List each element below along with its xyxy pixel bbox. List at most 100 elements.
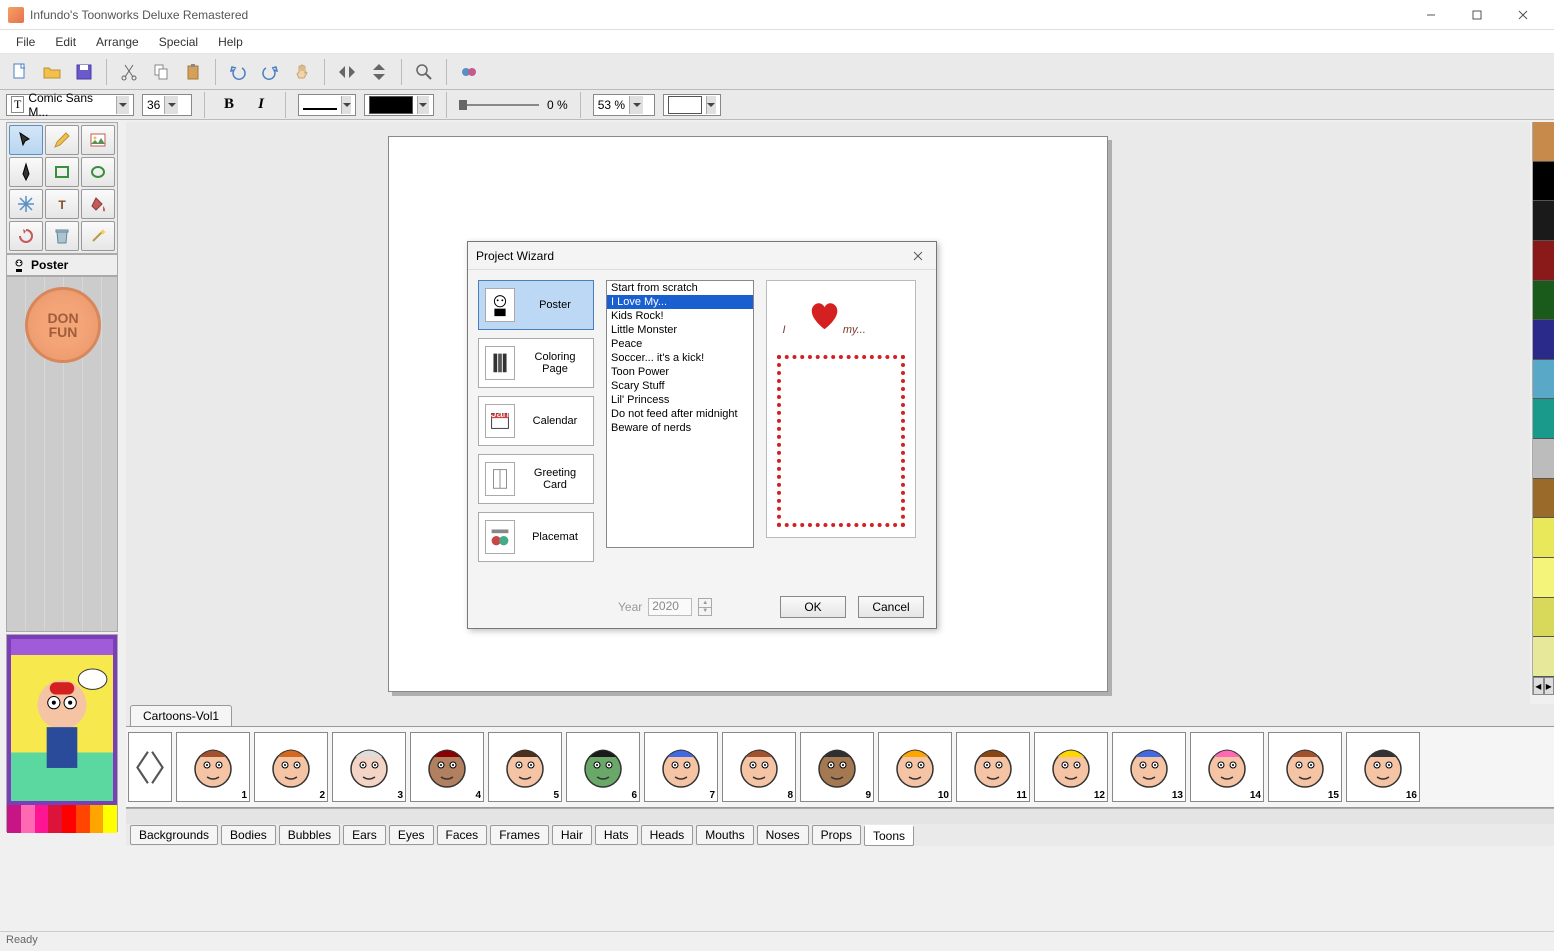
template-item[interactable]: Soccer... it's a kick! bbox=[607, 351, 753, 365]
color-swatch[interactable] bbox=[1533, 122, 1554, 162]
library-tab[interactable]: Cartoons-Vol1 bbox=[130, 705, 232, 726]
color-swatch[interactable] bbox=[1533, 201, 1554, 241]
snowflake-tool[interactable] bbox=[9, 189, 43, 219]
cartoon-thumb[interactable]: 3 bbox=[332, 732, 406, 802]
color-swatch[interactable] bbox=[1533, 439, 1554, 479]
color-swatch[interactable] bbox=[1533, 479, 1554, 519]
color-swatch[interactable] bbox=[1533, 598, 1554, 638]
color-swatch[interactable] bbox=[1533, 320, 1554, 360]
ok-button[interactable]: OK bbox=[780, 596, 846, 618]
color-swatch[interactable] bbox=[1533, 281, 1554, 321]
template-item[interactable]: Kids Rock! bbox=[607, 309, 753, 323]
cartoon-thumb[interactable]: 5 bbox=[488, 732, 562, 802]
thumb-scrollbar[interactable] bbox=[126, 808, 1554, 824]
cartoon-thumb[interactable]: 4 bbox=[410, 732, 484, 802]
paste-button[interactable] bbox=[179, 58, 207, 86]
cartoon-thumb[interactable]: 16 bbox=[1346, 732, 1420, 802]
category-tab[interactable]: Heads bbox=[641, 825, 694, 845]
open-button[interactable] bbox=[38, 58, 66, 86]
category-tab[interactable]: Noses bbox=[757, 825, 809, 845]
close-button[interactable] bbox=[1500, 0, 1546, 30]
cartoon-thumb[interactable]: 6 bbox=[566, 732, 640, 802]
partner-button[interactable] bbox=[455, 58, 483, 86]
minimize-button[interactable] bbox=[1408, 0, 1454, 30]
hand-button[interactable] bbox=[288, 58, 316, 86]
color-swatch[interactable] bbox=[1533, 360, 1554, 400]
template-item[interactable]: Toon Power bbox=[607, 365, 753, 379]
flip-v-button[interactable] bbox=[365, 58, 393, 86]
scroll-right-icon[interactable]: ▸ bbox=[1544, 677, 1554, 695]
cartoon-thumb[interactable]: 12 bbox=[1034, 732, 1108, 802]
cartoon-thumb[interactable]: 13 bbox=[1112, 732, 1186, 802]
project-type-button[interactable]: Poster bbox=[478, 280, 594, 330]
color-swatch[interactable] bbox=[1533, 399, 1554, 439]
cartoon-thumb[interactable]: 1 bbox=[176, 732, 250, 802]
menu-special[interactable]: Special bbox=[149, 32, 208, 52]
mini-swatch[interactable] bbox=[35, 805, 49, 833]
mini-swatch[interactable] bbox=[76, 805, 90, 833]
template-item[interactable]: Beware of nerds bbox=[607, 421, 753, 435]
thumb-nav-arrows[interactable] bbox=[128, 732, 172, 802]
flip-h-button[interactable] bbox=[333, 58, 361, 86]
menu-file[interactable]: File bbox=[6, 32, 45, 52]
year-spinner[interactable]: ▲▼ bbox=[698, 598, 712, 616]
rect-tool[interactable] bbox=[45, 157, 79, 187]
template-item[interactable]: Do not feed after midnight bbox=[607, 407, 753, 421]
project-type-button[interactable]: Greeting Card bbox=[478, 454, 594, 504]
color-swatch[interactable] bbox=[1533, 162, 1554, 202]
category-tab[interactable]: Bodies bbox=[221, 825, 276, 845]
scroll-left-icon[interactable]: ◂ bbox=[1533, 677, 1544, 695]
template-item[interactable]: Little Monster bbox=[607, 323, 753, 337]
mini-palette[interactable] bbox=[7, 805, 117, 833]
menu-arrange[interactable]: Arrange bbox=[86, 32, 149, 52]
project-type-button[interactable]: JanCalendar bbox=[478, 396, 594, 446]
category-tab[interactable]: Hats bbox=[595, 825, 638, 845]
cartoon-thumb[interactable]: 2 bbox=[254, 732, 328, 802]
cartoon-thumb[interactable]: 9 bbox=[800, 732, 874, 802]
copy-button[interactable] bbox=[147, 58, 175, 86]
menu-help[interactable]: Help bbox=[208, 32, 253, 52]
fill-tool[interactable] bbox=[81, 189, 115, 219]
template-item[interactable]: Scary Stuff bbox=[607, 379, 753, 393]
color-swatch[interactable] bbox=[1533, 518, 1554, 558]
fill-combo[interactable] bbox=[663, 94, 721, 116]
select-tool[interactable] bbox=[9, 125, 43, 155]
menu-edit[interactable]: Edit bbox=[45, 32, 86, 52]
category-tab[interactable]: Faces bbox=[437, 825, 488, 845]
cartoon-thumb[interactable]: 8 bbox=[722, 732, 796, 802]
cartoon-thumb[interactable]: 7 bbox=[644, 732, 718, 802]
color-swatch[interactable] bbox=[1533, 558, 1554, 598]
new-button[interactable] bbox=[6, 58, 34, 86]
cartoon-thumb[interactable]: 15 bbox=[1268, 732, 1342, 802]
italic-button[interactable]: I bbox=[249, 94, 273, 116]
color-swatch[interactable] bbox=[1533, 241, 1554, 281]
project-type-button[interactable]: Placemat bbox=[478, 512, 594, 562]
bold-button[interactable]: B bbox=[217, 94, 241, 116]
cancel-button[interactable]: Cancel bbox=[858, 596, 924, 618]
cartoon-thumb[interactable]: 11 bbox=[956, 732, 1030, 802]
size-combo[interactable]: 36 bbox=[142, 94, 192, 116]
line-color-combo[interactable] bbox=[364, 94, 434, 116]
font-combo[interactable]: T Comic Sans M... bbox=[6, 94, 134, 116]
category-tab[interactable]: Hair bbox=[552, 825, 592, 845]
category-tab[interactable]: Bubbles bbox=[279, 825, 340, 845]
category-tab[interactable]: Frames bbox=[490, 825, 549, 845]
mini-swatch[interactable] bbox=[103, 805, 117, 833]
mini-swatch[interactable] bbox=[90, 805, 104, 833]
mini-swatch[interactable] bbox=[21, 805, 35, 833]
pen-tool[interactable] bbox=[9, 157, 43, 187]
color-swatch[interactable] bbox=[1533, 637, 1554, 677]
category-tab[interactable]: Backgrounds bbox=[130, 825, 218, 845]
category-tab[interactable]: Toons bbox=[864, 825, 914, 846]
category-tab[interactable]: Ears bbox=[343, 825, 386, 845]
mini-swatch[interactable] bbox=[7, 805, 21, 833]
template-list[interactable]: Start from scratchI Love My...Kids Rock!… bbox=[606, 280, 754, 548]
template-item[interactable]: Lil' Princess bbox=[607, 393, 753, 407]
dialog-close-button[interactable] bbox=[908, 246, 928, 266]
trash-tool[interactable] bbox=[45, 221, 79, 251]
zoom-combo[interactable]: 53 % bbox=[593, 94, 655, 116]
category-tab[interactable]: Props bbox=[812, 825, 861, 845]
year-input[interactable]: 2020 bbox=[648, 598, 692, 616]
cartoon-thumb[interactable]: 10 bbox=[878, 732, 952, 802]
zoom-button[interactable] bbox=[410, 58, 438, 86]
